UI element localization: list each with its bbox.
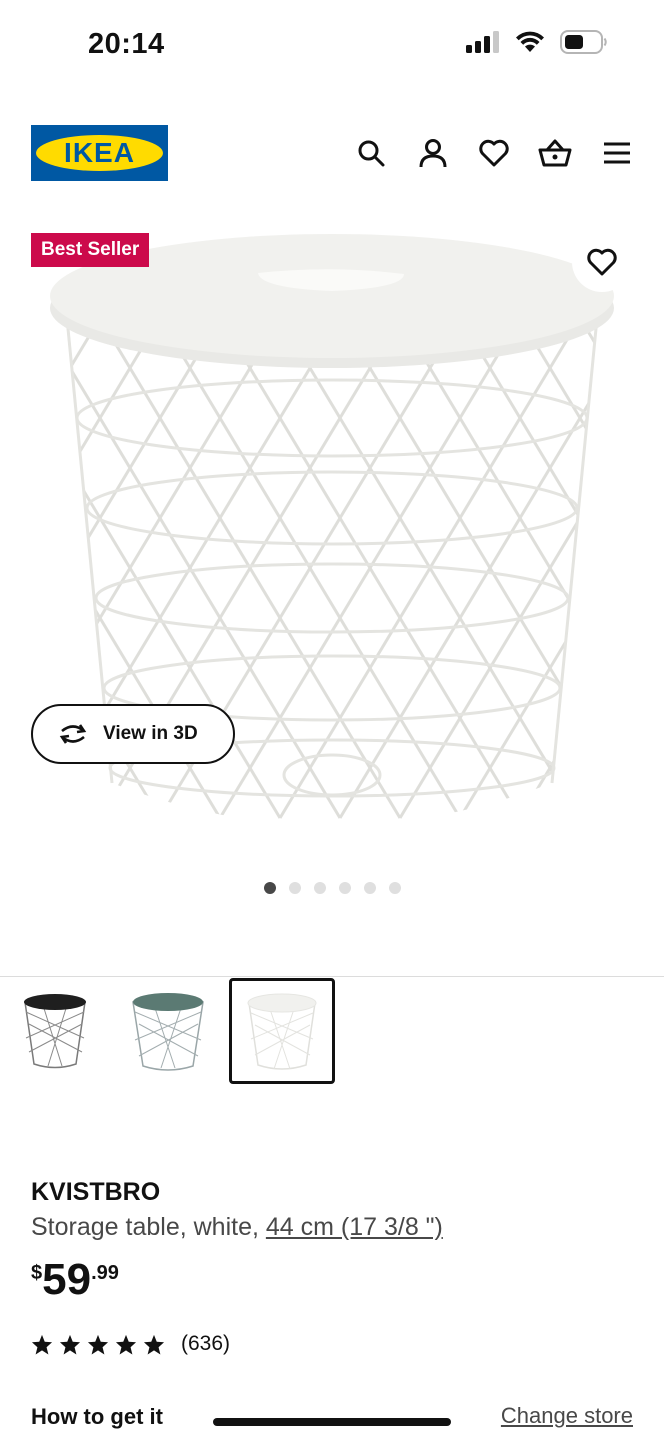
home-indicator: [213, 1418, 451, 1426]
carousel-dots: [264, 882, 401, 894]
price-currency: $: [31, 1262, 43, 1284]
product-description-text: Storage table, white,: [31, 1213, 266, 1241]
heart-icon[interactable]: [477, 136, 511, 170]
favorite-button[interactable]: [572, 232, 632, 292]
basket-icon[interactable]: [538, 136, 572, 170]
how-to-get-it-heading: How to get it: [31, 1404, 163, 1429]
site-header: IKEA: [0, 110, 664, 196]
view-in-3d-button[interactable]: View in 3D: [31, 704, 235, 764]
battery-icon: [560, 30, 607, 54]
star-icon: [143, 1334, 165, 1355]
change-store-link[interactable]: Change store: [501, 1403, 633, 1429]
carousel-dot[interactable]: [364, 882, 376, 894]
product-name: KVISTBRO: [31, 1178, 161, 1206]
best-seller-badge: Best Seller: [31, 233, 150, 267]
divider: [0, 976, 664, 977]
product-rating[interactable]: (636): [31, 1332, 230, 1356]
star-icon: [59, 1334, 81, 1355]
user-icon[interactable]: [416, 136, 450, 170]
ikea-logo[interactable]: IKEA: [31, 125, 168, 181]
rating-stars: [31, 1334, 165, 1355]
carousel-dot[interactable]: [389, 882, 401, 894]
menu-icon[interactable]: [600, 136, 634, 170]
rotate-3d-icon: [59, 724, 87, 744]
review-count: (636): [181, 1332, 231, 1355]
heart-icon: [587, 248, 617, 276]
status-bar: 20:14: [0, 0, 664, 90]
product-description: Storage table, white, 44 cm (17 3/8 "): [31, 1213, 443, 1242]
signal-icon: [466, 31, 499, 53]
variant-thumbnail-white[interactable]: [229, 978, 335, 1084]
star-icon: [87, 1334, 109, 1355]
variant-thumbnail-black[interactable]: [2, 978, 108, 1084]
product-size-link[interactable]: 44 cm (17 3/8 "): [266, 1213, 443, 1241]
wifi-icon: [516, 31, 544, 52]
search-icon[interactable]: [354, 136, 388, 170]
product-price: $ 59 .99: [31, 1256, 119, 1304]
status-time: 20:14: [88, 28, 165, 60]
star-icon: [31, 1334, 53, 1355]
logo-text: IKEA: [36, 135, 163, 171]
variant-thumbnail-green[interactable]: [115, 978, 221, 1084]
price-integer: 59: [42, 1255, 92, 1304]
star-icon: [115, 1334, 137, 1355]
carousel-dot[interactable]: [264, 882, 276, 894]
carousel-dot[interactable]: [314, 882, 326, 894]
view-in-3d-label: View in 3D: [103, 723, 198, 744]
price-decimal: .99: [91, 1262, 119, 1284]
carousel-dot[interactable]: [289, 882, 301, 894]
status-icons: [466, 30, 608, 54]
carousel-dot[interactable]: [339, 882, 351, 894]
